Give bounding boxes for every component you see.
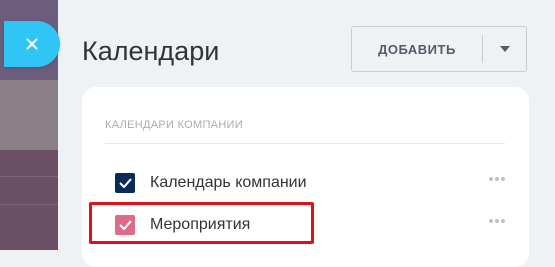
add-button[interactable]: ДОБАВИТЬ — [351, 26, 527, 72]
background-strip-middle — [0, 80, 58, 150]
add-button-label[interactable]: ДОБАВИТЬ — [352, 27, 482, 71]
section-divider — [105, 143, 505, 144]
more-dots-icon[interactable] — [489, 177, 505, 181]
add-menu-toggle[interactable] — [483, 27, 526, 71]
section-title: КАЛЕНДАРИ КОМПАНИИ — [105, 119, 243, 131]
more-dots-icon[interactable] — [489, 219, 505, 223]
calendar-row[interactable]: Календарь компании — [115, 170, 505, 196]
background-strip-bottom — [0, 150, 58, 250]
close-icon — [26, 38, 38, 50]
chevron-down-icon — [499, 46, 510, 52]
highlight-frame — [89, 202, 314, 244]
background-divider — [0, 204, 58, 205]
background-divider — [0, 176, 58, 177]
calendars-panel: Календари ДОБАВИТЬ КАЛЕНДАРИ КОМПАНИИ Ка… — [58, 0, 555, 267]
calendar-checkbox[interactable] — [115, 173, 135, 193]
close-button[interactable] — [4, 21, 60, 67]
page-title: Календари — [82, 36, 220, 66]
calendar-name[interactable]: Календарь компании — [150, 174, 307, 192]
check-icon — [118, 178, 132, 188]
